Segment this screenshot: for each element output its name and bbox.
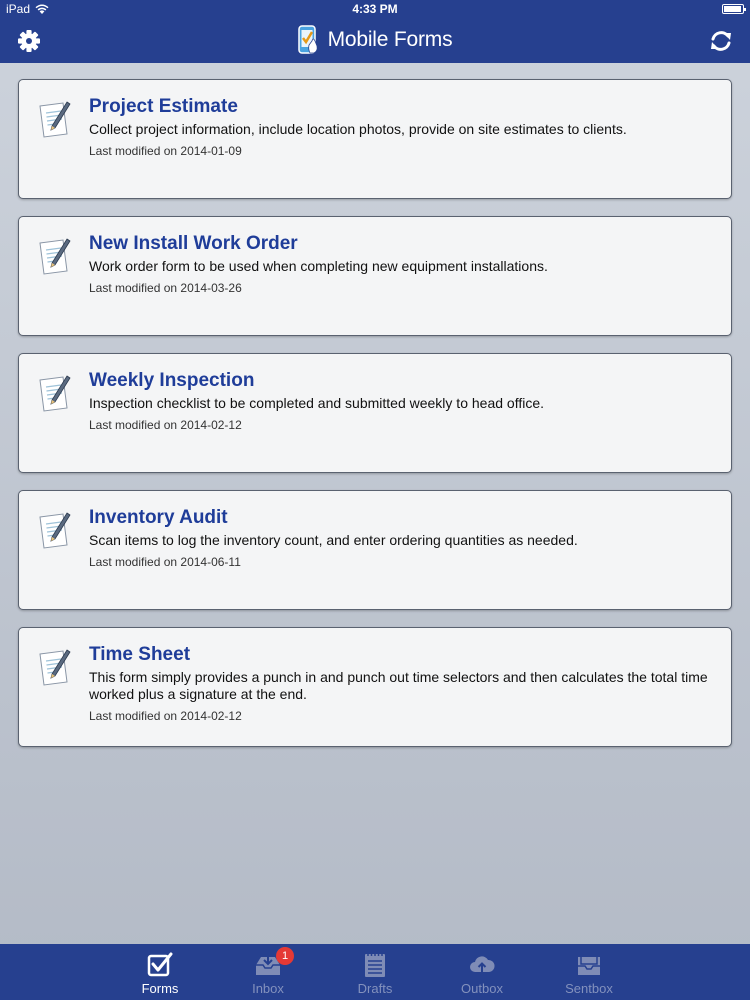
form-document-icon [39,101,71,138]
tab-sentbox[interactable]: Sentbox [549,944,629,1000]
tab-label: Forms [141,981,179,996]
mobile-forms-logo-icon [297,25,318,54]
form-description: This form simply provides a punch in and… [89,669,708,702]
form-title: Weekly Inspection [89,370,255,391]
status-bar: iPad 4:33 PM [0,0,750,18]
form-description: Work order form to be used when completi… [89,258,548,274]
inbox-badge: 1 [276,947,294,965]
form-modified-date: Last modified on 2014-03-26 [89,281,242,295]
form-description: Scan items to log the inventory count, a… [89,532,578,548]
cloud-upload-icon [470,956,495,973]
tab-label: Drafts [357,981,393,996]
form-document-icon [39,649,71,686]
refresh-button[interactable] [708,28,734,54]
battery-icon [722,4,746,14]
form-document-icon [39,238,71,275]
form-modified-date: Last modified on 2014-01-09 [89,144,242,158]
form-modified-date: Last modified on 2014-02-12 [89,418,242,432]
tab-label: Sentbox [565,981,613,996]
form-title: Time Sheet [89,644,191,665]
form-card-project-estimate[interactable]: Project Estimate Collect project informa… [18,79,732,199]
form-modified-date: Last modified on 2014-06-11 [89,555,241,569]
form-description: Collect project information, include loc… [89,121,627,137]
drafts-icon [365,953,385,977]
checkbox-icon [147,952,173,977]
form-card-new-install-work-order[interactable]: New Install Work Order Work order form t… [18,216,732,336]
tab-label: Outbox [461,981,503,996]
app-title: Mobile Forms [327,28,453,51]
form-title: Inventory Audit [89,507,228,528]
form-document-icon [39,512,71,549]
status-time: 4:33 PM [352,2,398,16]
form-list: Project Estimate Collect project informa… [18,79,732,764]
tab-forms[interactable]: Forms [120,944,200,1000]
form-card-inventory-audit[interactable]: Inventory Audit Scan items to log the in… [18,490,732,610]
tab-outbox[interactable]: Outbox [442,944,522,1000]
sentbox-icon [578,957,600,975]
form-modified-date: Last modified on 2014-02-12 [89,709,242,723]
form-title: New Install Work Order [89,233,298,254]
tab-label: Inbox [252,981,284,996]
tab-bar: Forms 1 Inbox Drafts Outbox Sentbox [0,944,750,1000]
form-document-icon [39,375,71,412]
refresh-icon [711,31,731,51]
form-description: Inspection checklist to be completed and… [89,395,545,411]
form-title: Project Estimate [89,96,238,117]
form-card-time-sheet[interactable]: Time Sheet This form simply provides a p… [18,627,732,747]
form-card-weekly-inspection[interactable]: Weekly Inspection Inspection checklist t… [18,353,732,473]
tab-drafts[interactable]: Drafts [335,944,415,1000]
nav-bar: Mobile Forms [0,18,750,63]
nav-title: Mobile Forms [0,25,750,55]
tab-inbox[interactable]: 1 Inbox [228,944,308,1000]
